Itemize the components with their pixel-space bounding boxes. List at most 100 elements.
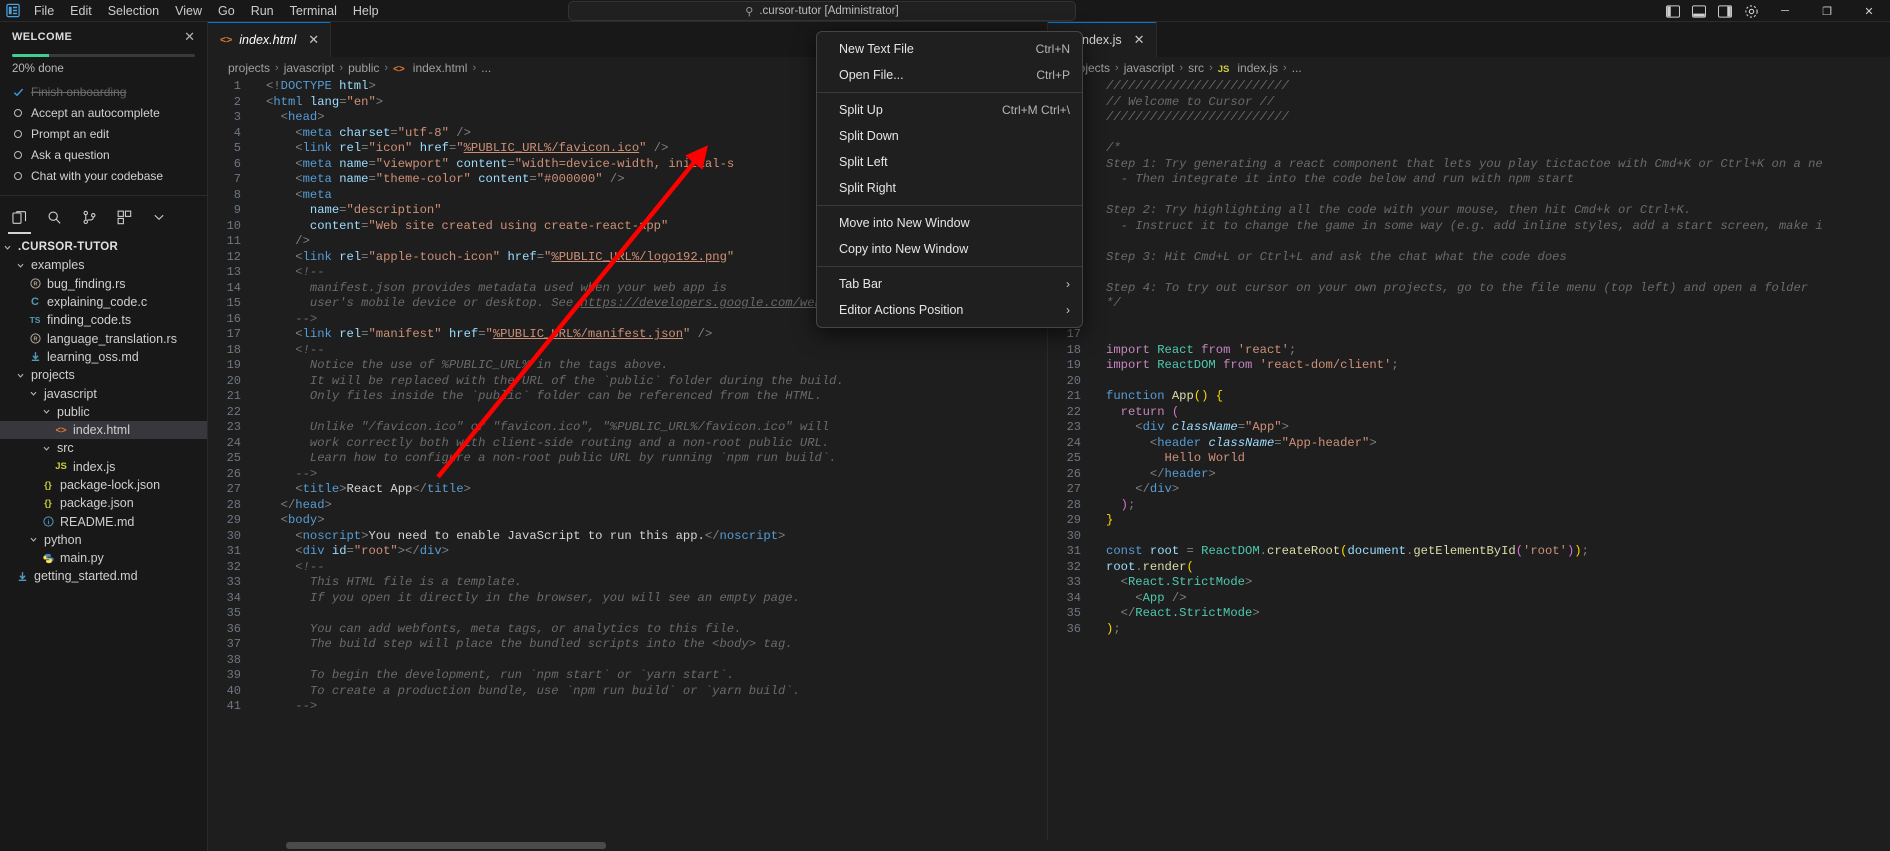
code-line[interactable]: 20 [1048, 374, 1890, 390]
code-line[interactable]: 10 - Instruct it to change the game in s… [1048, 219, 1890, 235]
menu-bar[interactable]: FileEditSelectionViewGoRunTerminalHelp [26, 0, 387, 21]
code-line[interactable]: 11 [1048, 234, 1890, 250]
onboarding-task[interactable]: Chat with your codebase [12, 169, 195, 183]
maximize-button[interactable]: ❐ [1806, 0, 1848, 22]
code-line[interactable]: 7 - Then integrate it into the code belo… [1048, 172, 1890, 188]
code-line[interactable]: 39 To begin the development, run `npm st… [208, 668, 1047, 684]
chevron-down-icon[interactable] [41, 407, 52, 416]
context-menu-item-split-left[interactable]: Split Left [817, 149, 1082, 175]
breadcrumb-item[interactable]: ... [481, 61, 491, 75]
code-line[interactable]: 9Step 2: Try highlighting all the code w… [1048, 203, 1890, 219]
explorer-root[interactable]: .CURSOR-TUTOR [0, 238, 207, 256]
context-menu-item-tab-bar[interactable]: Tab Bar› [817, 271, 1082, 297]
onboarding-task[interactable]: Prompt an edit [12, 127, 195, 141]
code-line[interactable]: 37 The build step will place the bundled… [208, 637, 1047, 653]
explorer-icon[interactable] [12, 210, 27, 225]
code-line[interactable]: 17 [1048, 327, 1890, 343]
code-line[interactable]: 17 <link rel="manifest" href="%PUBLIC_UR… [208, 327, 1047, 343]
code-line[interactable]: 24 work correctly both with client-side … [208, 436, 1047, 452]
code-line[interactable]: 5/* [1048, 141, 1890, 157]
tree-file-language_translation.rs[interactable]: Rlanguage_translation.rs [0, 329, 207, 347]
code-line[interactable]: 3///////////////////////// [1048, 110, 1890, 126]
code-line[interactable]: 12Step 3: Hit Cmd+L or Ctrl+L and ask th… [1048, 250, 1890, 266]
code-line[interactable]: 40 To create a production bundle, use `n… [208, 684, 1047, 700]
scrollbar-thumb[interactable] [286, 842, 606, 849]
tree-file-explaining_code.c[interactable]: Cexplaining_code.c [0, 293, 207, 311]
tree-folder-public[interactable]: public [0, 403, 207, 421]
source-control-icon[interactable] [82, 210, 97, 225]
code-line[interactable]: 19 Notice the use of %PUBLIC_URL% in the… [208, 358, 1047, 374]
code-line[interactable]: 32root.render( [1048, 560, 1890, 576]
code-line[interactable]: 8 [1048, 188, 1890, 204]
tree-file-index.js[interactable]: JSindex.js [0, 458, 207, 476]
minimize-button[interactable]: ─ [1764, 0, 1806, 22]
code-line[interactable]: 31 <div id="root"></div> [208, 544, 1047, 560]
code-line[interactable]: 25 Hello World [1048, 451, 1890, 467]
close-icon[interactable]: ✕ [1134, 33, 1145, 46]
tree-file-package.json[interactable]: {}package.json [0, 494, 207, 512]
code-line[interactable]: 24 <header className="App-header"> [1048, 436, 1890, 452]
breadcrumb-right[interactable]: projects›javascript›src›JSindex.js›... [1048, 57, 1890, 79]
chevron-down-icon[interactable] [152, 210, 166, 224]
code-line[interactable]: 21function App() { [1048, 389, 1890, 405]
code-line[interactable]: 14Step 4: To try out cursor on your own … [1048, 281, 1890, 297]
code-line[interactable]: 38 [208, 653, 1047, 669]
code-line[interactable]: 1///////////////////////// [1048, 79, 1890, 95]
tree-file-package-lock.json[interactable]: {}package-lock.json [0, 476, 207, 494]
code-line[interactable]: 29 <body> [208, 513, 1047, 529]
tree-file-README.md[interactable]: iREADME.md [0, 512, 207, 530]
breadcrumb-item[interactable]: public [348, 61, 379, 75]
code-line[interactable]: 33 <React.StrictMode> [1048, 575, 1890, 591]
code-line[interactable]: 18import React from 'react'; [1048, 343, 1890, 359]
code-line[interactable]: 15*/ [1048, 296, 1890, 312]
menu-file[interactable]: File [26, 0, 62, 21]
horizontal-scrollbar-left[interactable] [208, 840, 1048, 851]
breadcrumb-item[interactable]: javascript [1124, 61, 1175, 75]
tree-file-bug_finding.rs[interactable]: Rbug_finding.rs [0, 275, 207, 293]
breadcrumb-item[interactable]: projects [228, 61, 270, 75]
menu-run[interactable]: Run [243, 0, 282, 21]
breadcrumb-item[interactable]: ... [1292, 61, 1302, 75]
tree-folder-javascript[interactable]: javascript [0, 384, 207, 402]
code-line[interactable]: 23 Unlike "/favicon.ico" or "favicon.ico… [208, 420, 1047, 436]
breadcrumb-item[interactable]: src [1188, 61, 1204, 75]
onboarding-task[interactable]: Accept an autocomplete [12, 106, 195, 120]
code-line[interactable]: 22 [208, 405, 1047, 421]
menu-view[interactable]: View [167, 0, 210, 21]
code-line[interactable]: 22 return ( [1048, 405, 1890, 421]
chevron-down-icon[interactable] [15, 371, 26, 380]
chevron-down-icon[interactable] [28, 535, 39, 544]
onboarding-task[interactable]: Finish onboarding [12, 85, 195, 99]
breadcrumb-item[interactable]: index.html [413, 61, 468, 75]
close-icon[interactable]: ✕ [308, 33, 319, 46]
tab-bar-empty-area-right[interactable] [1157, 22, 1890, 57]
context-menu-item-split-down[interactable]: Split Down [817, 123, 1082, 149]
toggle-secondary-sidebar-icon[interactable] [1712, 0, 1738, 22]
tree-folder-python[interactable]: python [0, 531, 207, 549]
tree-file-finding_code.ts[interactable]: TSfinding_code.ts [0, 311, 207, 329]
context-menu-item-split-up[interactable]: Split UpCtrl+M Ctrl+\ [817, 97, 1082, 123]
file-explorer-tree[interactable]: .CURSOR-TUTORexamplesRbug_finding.rsCexp… [0, 238, 207, 851]
code-line[interactable]: 28 </head> [208, 498, 1047, 514]
menu-edit[interactable]: Edit [62, 0, 100, 21]
editor-context-menu[interactable]: New Text FileCtrl+NOpen File...Ctrl+PSpl… [816, 31, 1083, 328]
code-line[interactable]: 27 <title>React App</title> [208, 482, 1047, 498]
code-line[interactable]: 31const root = ReactDOM.createRoot(docum… [1048, 544, 1890, 560]
code-line[interactable]: 26 </header> [1048, 467, 1890, 483]
tree-folder-projects[interactable]: projects [0, 366, 207, 384]
chevron-down-icon[interactable] [28, 389, 39, 398]
code-line[interactable]: 4 [1048, 126, 1890, 142]
code-line[interactable]: 2// Welcome to Cursor // [1048, 95, 1890, 111]
code-line[interactable]: 30 <noscript>You need to enable JavaScri… [208, 529, 1047, 545]
code-line[interactable]: 6Step 1: Try generating a react componen… [1048, 157, 1890, 173]
code-line[interactable]: 25 Learn how to configure a non-root pub… [208, 451, 1047, 467]
code-editor-index-js[interactable]: 1/////////////////////////2// Welcome to… [1048, 79, 1890, 851]
tree-file-getting_started.md[interactable]: getting_started.md [0, 567, 207, 585]
context-menu-item-split-right[interactable]: Split Right [817, 175, 1082, 201]
close-window-button[interactable]: ✕ [1848, 0, 1890, 22]
context-menu-item-copy-into-new-window[interactable]: Copy into New Window [817, 236, 1082, 262]
code-line[interactable]: 16 [1048, 312, 1890, 328]
context-menu-item-open-file[interactable]: Open File...Ctrl+P [817, 62, 1082, 88]
menu-selection[interactable]: Selection [100, 0, 167, 21]
chevron-down-icon[interactable] [15, 261, 26, 270]
